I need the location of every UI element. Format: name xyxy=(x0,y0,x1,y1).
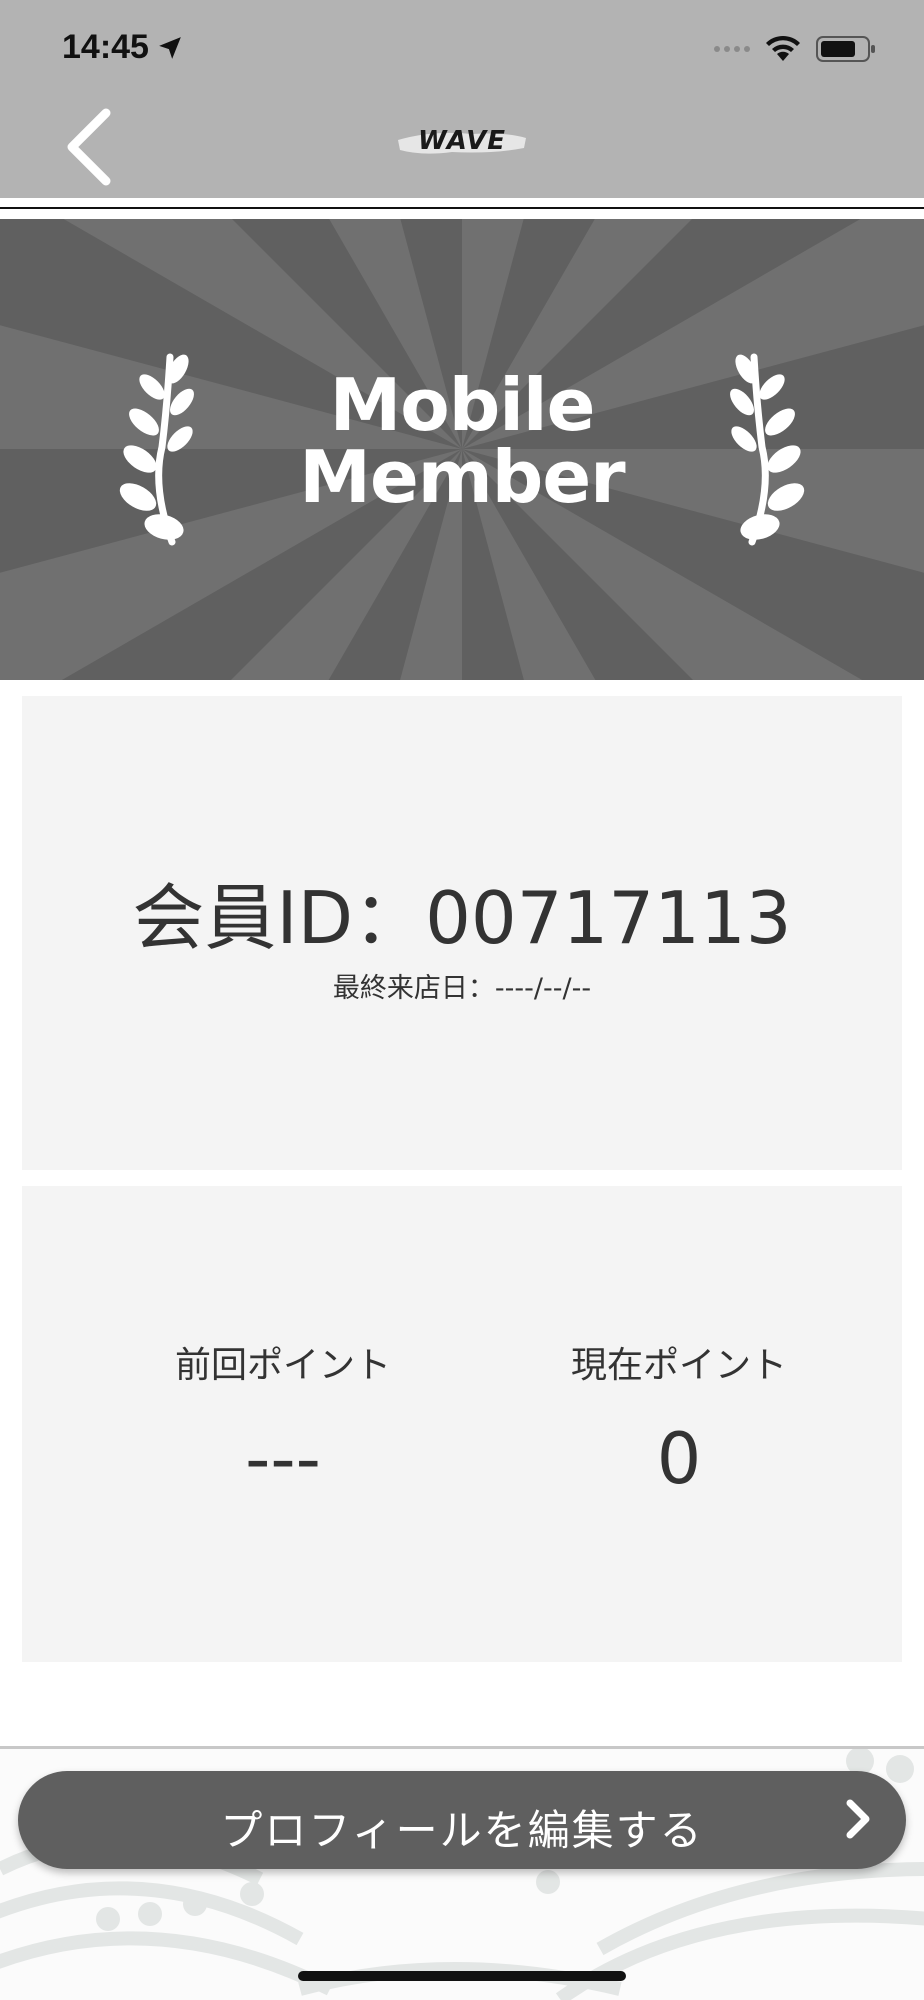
nav-divider-bottom xyxy=(0,209,924,219)
edit-profile-button[interactable]: プロフィールを編集する xyxy=(18,1771,906,1869)
current-points-value: 0 xyxy=(656,1418,702,1500)
current-points-label: 現在ポイント xyxy=(570,1345,787,1386)
wifi-icon xyxy=(766,35,800,61)
previous-points-label: 前回ポイント xyxy=(174,1345,391,1386)
cellular-signal-icon xyxy=(714,46,750,52)
laurel-branch-icon xyxy=(119,353,194,546)
location-arrow-icon xyxy=(159,36,181,59)
chevron-right-icon xyxy=(846,1799,870,1839)
member-banner: Mobile Member xyxy=(0,219,924,680)
battery-icon xyxy=(816,36,875,62)
member-id-card: 会員ID：00717113 最終来店日：----/--/-- xyxy=(22,696,902,1170)
points-card: 前回ポイント --- 現在ポイント 0 xyxy=(22,1186,902,1662)
laurel-branch-icon xyxy=(730,353,805,546)
brand-logo: WAVE xyxy=(392,122,532,168)
edit-profile-label: プロフィールを編集する xyxy=(220,1806,704,1855)
status-time: 14:45 xyxy=(62,28,149,66)
last-visit-date: 最終来店日：----/--/-- xyxy=(332,973,592,1004)
back-button[interactable] xyxy=(62,105,122,189)
status-indicators xyxy=(714,34,876,64)
logo-text: WAVE xyxy=(418,126,506,156)
chevron-left-icon xyxy=(67,108,111,186)
previous-points-value: --- xyxy=(245,1418,321,1500)
banner-title-line2: Member xyxy=(299,435,625,519)
member-id: 会員ID：00717113 xyxy=(132,876,792,960)
banner-title-line1: Mobile xyxy=(329,363,596,447)
banner-title: Mobile Member xyxy=(262,369,662,513)
status-time-group: 14:45 xyxy=(62,28,183,67)
status-bar: 14:45 xyxy=(0,0,924,98)
home-indicator[interactable] xyxy=(298,1971,626,1981)
